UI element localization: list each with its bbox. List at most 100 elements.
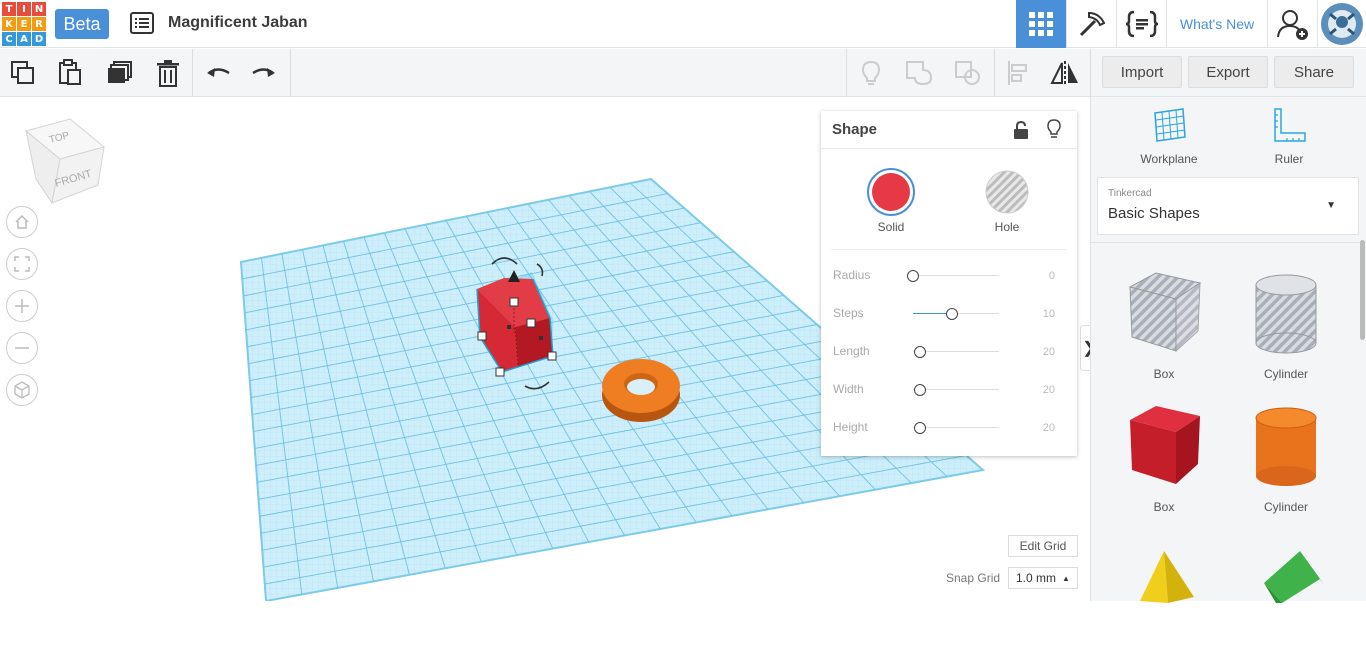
shape-inspector: Shape Solid Hole Radius 0 Steps 10 Lengt… xyxy=(821,111,1077,456)
grid-view-icon xyxy=(1029,12,1053,36)
property-value[interactable]: 20 xyxy=(1043,384,1055,396)
workplane-label: Workplane xyxy=(1140,152,1198,166)
slider-knob[interactable] xyxy=(907,270,919,282)
solid-option[interactable]: Solid xyxy=(866,167,916,234)
tinkercad-logo[interactable]: T I N K E R C A D xyxy=(2,2,46,46)
copy-button[interactable] xyxy=(5,55,41,91)
property-row-length: Length 20 xyxy=(821,337,1077,365)
visibility-bulb-icon[interactable] xyxy=(1046,119,1062,139)
home-view-button[interactable] xyxy=(6,206,38,238)
slider-knob[interactable] xyxy=(913,384,926,396)
logo-letter: A xyxy=(17,32,31,46)
shapes-sidebar: Workplane Ruler Tinkercad Basic Shapes ▼… xyxy=(1090,97,1366,603)
delete-button[interactable] xyxy=(150,55,186,91)
edit-grid-button[interactable]: Edit Grid xyxy=(1008,535,1078,557)
library-name: Basic Shapes xyxy=(1108,205,1200,222)
project-title[interactable]: Magnificent Jaban xyxy=(168,14,308,32)
shape-cylinder-hole[interactable]: Cylinder xyxy=(1231,267,1341,387)
zoom-in-button[interactable] xyxy=(6,290,38,322)
shape-box-hole[interactable]: Box xyxy=(1109,267,1219,387)
slider-knob[interactable] xyxy=(913,422,926,434)
shape-library-dropdown[interactable]: Tinkercad Basic Shapes ▼ xyxy=(1097,177,1359,235)
perspective-button[interactable] xyxy=(6,374,38,406)
library-source: Tinkercad xyxy=(1108,188,1152,199)
undo-icon xyxy=(207,68,230,77)
solid-swatch[interactable] xyxy=(866,167,916,217)
design-list-icon[interactable] xyxy=(130,12,154,34)
shape-cylinder-solid[interactable]: Cylinder xyxy=(1231,400,1341,520)
solid-label: Solid xyxy=(877,220,905,234)
snap-grid-select[interactable]: 1.0 mm ▲ xyxy=(1008,567,1078,589)
grid-view-button[interactable] xyxy=(1016,0,1066,48)
export-button[interactable]: Export xyxy=(1188,56,1268,88)
align-button[interactable] xyxy=(1000,55,1036,91)
property-value[interactable]: 20 xyxy=(1043,346,1055,358)
zoom-out-button[interactable] xyxy=(6,332,38,364)
duplicate-icon xyxy=(108,61,132,83)
cylinder-hole-icon xyxy=(1255,274,1317,354)
shape-label: Cylinder xyxy=(1263,500,1308,514)
dropdown-arrow-icon: ▼ xyxy=(1326,200,1336,211)
home-icon xyxy=(15,214,29,229)
view-cube[interactable]: TOP FRONT xyxy=(22,117,112,209)
share-button[interactable]: Share xyxy=(1274,56,1354,88)
avatar[interactable] xyxy=(1317,0,1366,48)
paste-button[interactable] xyxy=(52,55,88,91)
toolbar-divider xyxy=(1090,49,1091,97)
bricks-button[interactable] xyxy=(1066,0,1116,48)
mirror-button[interactable] xyxy=(1047,55,1083,91)
slider-track[interactable] xyxy=(913,351,999,352)
lock-icon[interactable] xyxy=(1013,121,1029,139)
ungroup-button[interactable] xyxy=(950,55,986,91)
fit-view-icon xyxy=(14,256,30,272)
undo-button[interactable] xyxy=(200,55,236,91)
codeblocks-button[interactable] xyxy=(1116,0,1166,48)
logo-letter: T xyxy=(2,2,16,16)
shape-box-solid[interactable]: Box xyxy=(1109,400,1219,520)
logo-letter: D xyxy=(32,32,46,46)
property-value[interactable]: 10 xyxy=(1043,308,1055,320)
hole-option[interactable]: Hole xyxy=(982,167,1032,234)
hole-label: Hole xyxy=(994,220,1020,234)
workplane-icon xyxy=(1154,108,1186,142)
align-icon xyxy=(1008,61,1027,85)
toggle-light-button[interactable] xyxy=(853,55,889,91)
slider-track[interactable] xyxy=(913,275,999,276)
pyramid-icon xyxy=(1140,551,1194,603)
property-value[interactable]: 0 xyxy=(1049,270,1055,282)
fit-view-button[interactable] xyxy=(6,248,38,280)
shape-pyramid[interactable] xyxy=(1109,537,1219,657)
logo-letter: R xyxy=(32,17,46,31)
copy-icon xyxy=(11,61,34,84)
sidebar-scrollbar[interactable] xyxy=(1360,240,1365,340)
handle-dot[interactable] xyxy=(507,325,511,329)
logo-letter: K xyxy=(2,17,16,31)
group-button[interactable] xyxy=(901,55,937,91)
property-label: Width xyxy=(833,382,864,396)
handle-dot[interactable] xyxy=(539,336,543,340)
slider-track[interactable] xyxy=(913,427,999,428)
avatar-image xyxy=(1321,3,1363,45)
shape-label: Box xyxy=(1153,367,1175,381)
logo-letter: I xyxy=(17,2,31,16)
paste-icon xyxy=(59,59,81,85)
duplicate-button[interactable] xyxy=(102,55,138,91)
import-button[interactable]: Import xyxy=(1102,56,1182,88)
property-value[interactable]: 20 xyxy=(1043,422,1055,434)
hole-swatch[interactable] xyxy=(982,167,1032,217)
shape-roof[interactable] xyxy=(1231,537,1341,657)
roof-icon xyxy=(1264,551,1324,603)
redo-button[interactable] xyxy=(246,55,282,91)
ruler-tool[interactable]: Ruler xyxy=(1239,105,1339,167)
snap-grid-value: 1.0 mm xyxy=(1016,571,1057,585)
invite-user-button[interactable] xyxy=(1267,0,1317,48)
workplane-tool[interactable]: Workplane xyxy=(1119,105,1219,167)
torus-shape[interactable] xyxy=(602,359,680,422)
slider-track[interactable] xyxy=(913,389,999,390)
whats-new-link[interactable]: What's New xyxy=(1166,0,1267,48)
logo-letter: E xyxy=(17,17,31,31)
slider-knob[interactable] xyxy=(945,308,958,320)
slider-knob[interactable] xyxy=(913,346,926,358)
toolbar-divider xyxy=(994,49,995,97)
beta-badge[interactable]: Beta xyxy=(55,9,109,39)
